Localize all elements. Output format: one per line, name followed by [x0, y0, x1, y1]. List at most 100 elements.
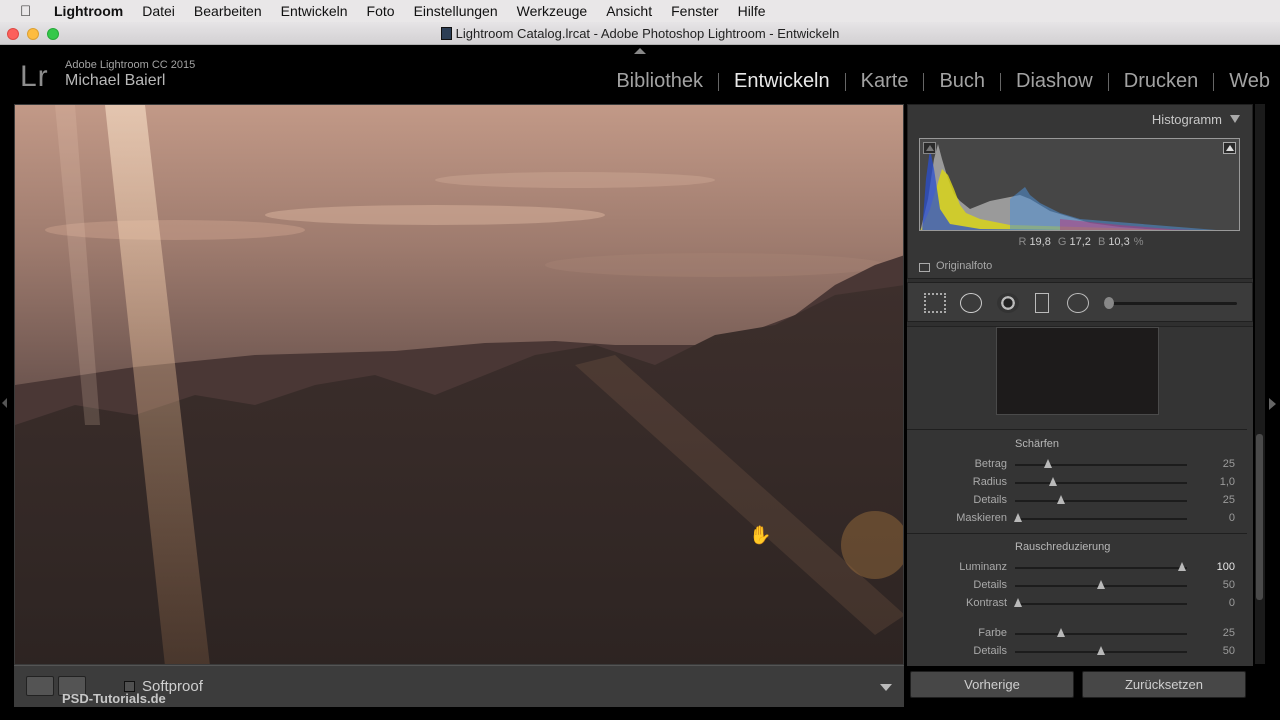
slider-knob[interactable]: [1097, 580, 1105, 589]
red-eye-icon[interactable]: [997, 293, 1019, 313]
slider-kontrast[interactable]: Kontrast 0: [907, 595, 1253, 613]
photo-image: [15, 105, 903, 664]
expand-left-panel-icon[interactable]: [2, 398, 7, 408]
slider-track[interactable]: [1015, 567, 1187, 569]
previous-button[interactable]: Vorherige: [910, 671, 1074, 698]
slider-label: Betrag: [974, 458, 1007, 470]
slider-betrag[interactable]: Betrag 25: [907, 456, 1253, 474]
highlight-clipping-toggle-icon[interactable]: [1223, 142, 1236, 154]
module-divider: [844, 72, 846, 91]
slider-value[interactable]: 25: [1223, 458, 1235, 470]
menu-bearbeiten[interactable]: Bearbeiten: [194, 3, 262, 19]
slider-luminanz[interactable]: Luminanz 100: [907, 559, 1253, 577]
slider-knob[interactable]: [1057, 495, 1066, 504]
slider-value[interactable]: 0: [1229, 512, 1235, 524]
module-bibliothek[interactable]: Bibliothek: [616, 70, 703, 93]
rgb-readout: R 19,8 G 17,2 B 10,3%: [908, 236, 1254, 248]
right-panel: Histogramm R 19,8 G 17,2 B 10,3% Originalfo…: [907, 104, 1253, 666]
slider-label: Details: [973, 494, 1007, 506]
module-buch[interactable]: Buch: [939, 70, 985, 93]
module-karte[interactable]: Karte: [861, 70, 909, 93]
module-diashow[interactable]: Diashow: [1016, 70, 1093, 93]
slider-luminance-details[interactable]: Details 50: [907, 577, 1253, 595]
slider-knob[interactable]: [1097, 646, 1105, 655]
slider-knob[interactable]: [1014, 513, 1023, 522]
spot-removal-icon[interactable]: [960, 293, 982, 313]
detail-preview[interactable]: [996, 327, 1159, 415]
slider-knob[interactable]: [1043, 459, 1052, 468]
section-divider: [907, 533, 1247, 534]
slider-color-details[interactable]: Details 50: [907, 643, 1253, 661]
graduated-filter-icon[interactable]: [1035, 293, 1049, 313]
menu-entwickeln[interactable]: Entwickeln: [281, 3, 348, 19]
menu-hilfe[interactable]: Hilfe: [738, 3, 766, 19]
loupe-view-button[interactable]: [26, 676, 54, 696]
module-entwickeln[interactable]: Entwickeln: [734, 70, 830, 93]
r-value: 19,8: [1029, 236, 1051, 248]
menu-lightroom[interactable]: Lightroom: [54, 3, 123, 19]
histogram-header[interactable]: Histogramm: [1152, 112, 1240, 127]
minimize-window-button[interactable]: [27, 28, 39, 40]
toolbar-menu-chevron-icon[interactable]: [880, 684, 892, 691]
top-panel: Lr Adobe Lightroom CC 2015 Michael Baier…: [0, 46, 1280, 102]
slider-track[interactable]: [1015, 500, 1187, 502]
slider-value[interactable]: 25: [1223, 627, 1235, 639]
slider-value[interactable]: 100: [1217, 561, 1235, 573]
slider-track[interactable]: [1015, 482, 1187, 484]
slider-knob[interactable]: [1177, 562, 1186, 571]
collapse-right-panel-icon[interactable]: [1269, 398, 1276, 410]
slider-label: Luminanz: [959, 561, 1007, 573]
apple-icon[interactable]: : [20, 3, 36, 20]
menu-fenster[interactable]: Fenster: [671, 3, 718, 19]
photo-viewer[interactable]: ✋: [14, 104, 904, 665]
slider-maskieren[interactable]: Maskieren 0: [907, 510, 1253, 528]
slider-track[interactable]: [1015, 603, 1187, 605]
slider-track[interactable]: [1015, 518, 1187, 520]
menu-einstellungen[interactable]: Einstellungen: [414, 3, 498, 19]
slider-knob[interactable]: [1048, 477, 1057, 486]
slider-label: Maskieren: [956, 512, 1007, 524]
hand-cursor-icon: ✋: [749, 525, 772, 545]
scrollbar-thumb[interactable]: [1256, 434, 1263, 600]
slider-details[interactable]: Details 25: [907, 492, 1253, 510]
slider-knob[interactable]: [1057, 628, 1066, 637]
original-photo-label: Originalfoto: [936, 260, 993, 272]
slider-track[interactable]: [1015, 464, 1187, 466]
slider-knob[interactable]: [1014, 598, 1023, 607]
slider-value[interactable]: 50: [1223, 645, 1235, 657]
sharpen-title: Schärfen: [1015, 438, 1060, 450]
slider-value[interactable]: 50: [1223, 579, 1235, 591]
slider-farbe[interactable]: Farbe 25: [907, 625, 1253, 643]
mac-menubar:  Lightroom Datei Bearbeiten Entwickeln …: [0, 0, 1280, 22]
original-photo-checkbox[interactable]: [919, 263, 930, 272]
slider-label: Details: [973, 645, 1007, 657]
tool-slider-knob[interactable]: [1104, 297, 1114, 309]
catalog-file-icon: [440, 27, 452, 40]
slider-value[interactable]: 0: [1229, 597, 1235, 609]
reset-button[interactable]: Zurücksetzen: [1082, 671, 1246, 698]
tool-slider-track[interactable]: [1104, 302, 1237, 305]
tool-strip: [907, 282, 1253, 322]
menu-foto[interactable]: Foto: [367, 3, 395, 19]
collapse-triangle-icon[interactable]: [1230, 115, 1240, 123]
slider-value[interactable]: 1,0: [1220, 476, 1235, 488]
slider-radius[interactable]: Radius 1,0: [907, 474, 1253, 492]
close-window-button[interactable]: [7, 28, 19, 40]
maximize-window-button[interactable]: [47, 28, 59, 40]
menu-ansicht[interactable]: Ansicht: [606, 3, 652, 19]
slider-label: Details: [973, 579, 1007, 591]
module-divider: [1213, 72, 1215, 91]
menu-datei[interactable]: Datei: [142, 3, 175, 19]
shadow-clipping-toggle-icon[interactable]: [923, 142, 936, 154]
module-drucken[interactable]: Drucken: [1124, 70, 1198, 93]
collapse-top-panel-icon[interactable]: [634, 48, 646, 54]
menu-werkzeuge[interactable]: Werkzeuge: [517, 3, 588, 19]
window-titlebar: Lightroom Catalog.lrcat - Adobe Photosho…: [0, 22, 1280, 45]
slider-label: Kontrast: [966, 597, 1007, 609]
module-web[interactable]: Web: [1229, 70, 1270, 93]
radial-filter-icon[interactable]: [1067, 293, 1089, 313]
slider-value[interactable]: 25: [1223, 494, 1235, 506]
histogram-chart: [919, 138, 1240, 231]
slider-track[interactable]: [1015, 633, 1187, 635]
crop-tool-icon[interactable]: [924, 293, 946, 313]
